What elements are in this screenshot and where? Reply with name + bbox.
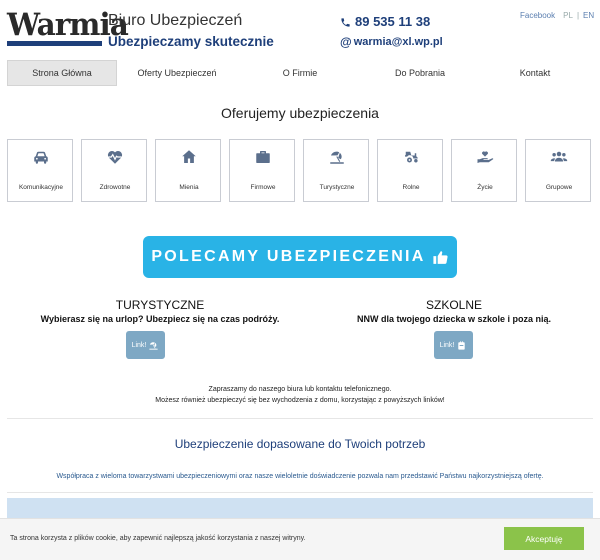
recommend-banner[interactable]: POLECAMY UBEZPIECZENIA bbox=[143, 236, 457, 278]
tile-icon-wrap bbox=[230, 148, 296, 170]
phone-link[interactable]: 89 535 11 38 bbox=[340, 14, 443, 30]
accept-cookies-button[interactable]: Akceptuję bbox=[504, 527, 584, 550]
lang-separator: | bbox=[576, 11, 580, 20]
briefcase-icon bbox=[256, 151, 270, 163]
school-link-button[interactable]: Link! bbox=[434, 331, 473, 359]
top-links: Facebook PL | EN bbox=[520, 11, 594, 20]
invite-text: Zapraszamy do naszego biura lub kontaktu… bbox=[0, 384, 600, 406]
cooperation-text: Współpraca z wieloma towarzystwami ubezp… bbox=[56, 473, 544, 480]
tile-label: Mienia bbox=[179, 184, 199, 191]
tile-label: Komunikacyjne bbox=[18, 184, 64, 191]
car-icon bbox=[34, 151, 48, 164]
beach-umbrella-icon bbox=[149, 341, 159, 350]
phone-icon bbox=[341, 17, 350, 27]
beach-umbrella-icon bbox=[330, 151, 344, 164]
divider bbox=[7, 418, 593, 419]
brand-subtitle: Ubezpieczamy skutecznie bbox=[108, 34, 274, 49]
school-bag-icon bbox=[458, 340, 466, 350]
tile-zdrowotne[interactable]: Zdrowotne bbox=[81, 139, 147, 202]
tile-rolne[interactable]: Rolne bbox=[377, 139, 443, 202]
tile-icon-wrap bbox=[8, 148, 74, 170]
nav-item-downloads[interactable]: Do Pobrania bbox=[363, 60, 477, 86]
tile-icon-wrap bbox=[156, 148, 222, 170]
lang-pl[interactable]: PL bbox=[563, 11, 573, 20]
tile-label: Życie bbox=[477, 184, 493, 191]
brand: Biuro Ubezpieczeń Ubezpieczamy skuteczni… bbox=[108, 12, 274, 50]
offer-heading: Oferujemy ubezpieczenia bbox=[221, 105, 379, 121]
home-icon bbox=[182, 150, 196, 163]
tile-turystyczne[interactable]: Turystyczne bbox=[303, 139, 369, 202]
tile-label: Rolne bbox=[402, 184, 420, 191]
promo-title: SZKOLNE bbox=[425, 298, 482, 312]
nav-item-contact[interactable]: Kontakt bbox=[477, 60, 593, 86]
tile-icon-wrap bbox=[304, 148, 370, 170]
logo-underline bbox=[7, 41, 102, 46]
tile-zycie[interactable]: Życie bbox=[451, 139, 517, 202]
thumbs-up-icon bbox=[433, 250, 448, 264]
hand-heart-icon bbox=[477, 151, 494, 163]
tourist-link-button[interactable]: Link! bbox=[126, 331, 165, 359]
contact-info: 89 535 11 38 @ warmia@xl.wp.pl bbox=[340, 14, 443, 49]
promo-description: Wybierasz się na urlop? Ubezpiecz się na… bbox=[40, 314, 280, 324]
promo-tourist: TURYSTYCZNE Wybierasz się na urlop? Ubez… bbox=[30, 298, 290, 325]
invite-line-2: Możesz również ubezpieczyć się bez wycho… bbox=[155, 397, 445, 404]
promo-description: NNW dla twojego dziecka w szkole i poza … bbox=[356, 314, 552, 324]
main-nav: Strona Główna Oferty Ubezpieczeń O Firmi… bbox=[7, 60, 593, 86]
brand-title: Biuro Ubezpieczeń bbox=[108, 12, 243, 29]
tile-label: Zdrowotne bbox=[99, 184, 131, 191]
tile-mienia[interactable]: Mienia bbox=[155, 139, 221, 202]
tile-komunikacyjne[interactable]: Komunikacyjne bbox=[7, 139, 73, 202]
nav-item-offers[interactable]: Oferty Ubezpieczeń bbox=[117, 60, 237, 86]
email-link[interactable]: @ warmia@xl.wp.pl bbox=[340, 35, 443, 49]
fit-heading: Ubezpieczenie dopasowane do Twoich potrz… bbox=[174, 437, 426, 451]
promo-title: TURYSTYCZNE bbox=[115, 298, 205, 312]
cookie-bar: Ta strona korzysta z plików cookie, aby … bbox=[0, 518, 600, 560]
tile-firmowe[interactable]: Firmowe bbox=[229, 139, 295, 202]
tile-grupowe[interactable]: Grupowe bbox=[525, 139, 591, 202]
tile-icon-wrap bbox=[378, 148, 444, 170]
tile-label: Grupowe bbox=[545, 184, 573, 191]
logo[interactable]: Warmia bbox=[7, 9, 129, 47]
tile-icon-wrap bbox=[82, 148, 148, 170]
site-header: Warmia Biuro Ubezpieczeń Ubezpieczamy sk… bbox=[0, 0, 600, 56]
email-address: warmia@xl.wp.pl bbox=[353, 36, 443, 48]
users-icon bbox=[550, 151, 568, 162]
nav-item-home[interactable]: Strona Główna bbox=[7, 60, 117, 86]
lang-en[interactable]: EN bbox=[583, 11, 594, 20]
nav-item-about[interactable]: O Firmie bbox=[237, 60, 363, 86]
promo-school: SZKOLNE NNW dla twojego dziecka w szkole… bbox=[324, 298, 584, 325]
link-label: Link! bbox=[131, 341, 147, 349]
banner-text: POLECAMY UBEZPIECZENIA bbox=[151, 248, 426, 265]
divider bbox=[7, 492, 593, 493]
tile-label: Firmowe bbox=[250, 184, 276, 191]
at-icon: @ bbox=[340, 35, 352, 49]
invite-line-1: Zapraszamy do naszego biura lub kontaktu… bbox=[208, 386, 392, 393]
tile-icon-wrap bbox=[452, 148, 518, 170]
phone-number: 89 535 11 38 bbox=[355, 14, 431, 29]
heartbeat-icon bbox=[107, 151, 123, 164]
insurance-tiles: Komunikacyjne Zdrowotne Mienia Firmowe T… bbox=[7, 139, 593, 202]
tractor-icon bbox=[405, 151, 418, 163]
tile-label: Turystyczne bbox=[319, 184, 355, 191]
cookie-text: Ta strona korzysta z plików cookie, aby … bbox=[10, 535, 306, 542]
tile-icon-wrap bbox=[526, 148, 592, 170]
facebook-link[interactable]: Facebook bbox=[520, 11, 555, 20]
link-label: Link! bbox=[439, 341, 455, 349]
